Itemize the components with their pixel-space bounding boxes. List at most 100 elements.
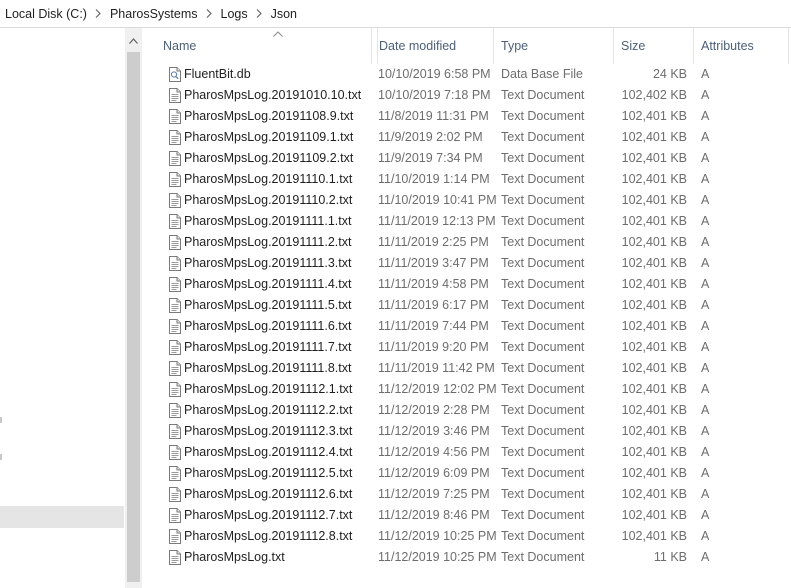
file-date-modified: 11/12/2019 2:28 PM [378, 403, 490, 417]
breadcrumb-item-local-disk[interactable]: Local Disk (C:) [0, 0, 91, 28]
file-name: PharosMpsLog.txt [184, 550, 285, 564]
file-name: PharosMpsLog.20191112.3.txt [184, 424, 353, 438]
chevron-right-icon[interactable] [202, 0, 216, 28]
file-attributes: A [701, 361, 710, 375]
breadcrumb-label[interactable]: Json [266, 7, 301, 21]
file-date-modified: 10/10/2019 7:18 PM [378, 88, 491, 102]
file-size: 102,401 KB [621, 319, 687, 333]
breadcrumb-label[interactable]: Local Disk (C:) [0, 7, 91, 21]
file-row[interactable]: PharosMpsLog.20191111.3.txt 11/11/2019 3:… [142, 253, 791, 274]
column-header-name[interactable]: Name [156, 28, 378, 64]
file-size: 11 KB [653, 550, 687, 564]
text-file-icon [169, 172, 181, 187]
text-file-icon [169, 256, 181, 271]
file-attributes: A [701, 193, 710, 207]
file-row[interactable]: PharosMpsLog.20191112.6.txt 11/12/2019 7:… [142, 484, 791, 505]
file-size: 102,401 KB [621, 109, 687, 123]
navigation-pane[interactable] [0, 28, 124, 588]
file-attributes: A [701, 319, 710, 333]
file-size: 102,401 KB [621, 277, 687, 291]
file-row[interactable]: PharosMpsLog.20191108.9.txt 11/8/2019 11:… [142, 106, 791, 127]
file-name: PharosMpsLog.20191111.1.txt [184, 214, 352, 228]
breadcrumb-label[interactable]: Logs [216, 7, 252, 21]
file-attributes: A [701, 487, 710, 501]
file-attributes: A [701, 403, 710, 417]
breadcrumb-item-json[interactable]: Json [266, 0, 301, 28]
file-attributes: A [701, 277, 710, 291]
file-name: PharosMpsLog.20191111.7.txt [184, 340, 352, 354]
file-type: Text Document [501, 550, 585, 564]
file-row[interactable]: PharosMpsLog.20191111.4.txt 11/11/2019 4:… [142, 274, 791, 295]
file-rows: FluentBit.db 10/10/2019 6:58 PM Data Base … [142, 64, 791, 568]
chevron-right-icon[interactable] [91, 0, 105, 28]
file-type: Text Document [501, 235, 585, 249]
file-date-modified: 11/11/2019 2:25 PM [378, 235, 489, 249]
file-row[interactable]: PharosMpsLog.20191112.2.txt 11/12/2019 2:… [142, 400, 791, 421]
file-date-modified: 11/12/2019 10:25 PM [378, 529, 497, 543]
file-row[interactable]: PharosMpsLog.20191110.1.txt 11/10/2019 1:… [142, 169, 791, 190]
file-row[interactable]: PharosMpsLog.20191109.2.txt 11/9/2019 7:3… [142, 148, 791, 169]
file-type: Text Document [501, 340, 585, 354]
column-header-attributes[interactable]: Attributes [694, 28, 789, 64]
navigation-scrollbar[interactable] [125, 28, 142, 588]
column-header-type[interactable]: Type [494, 28, 614, 64]
file-size: 102,401 KB [621, 298, 687, 312]
file-attributes: A [701, 424, 710, 438]
text-file-icon [169, 403, 181, 418]
file-row[interactable]: PharosMpsLog.20191111.1.txt 11/11/2019 12… [142, 211, 791, 232]
file-type: Text Document [501, 382, 585, 396]
file-date-modified: 10/10/2019 6:58 PM [378, 67, 491, 81]
file-name: PharosMpsLog.20191010.10.txt [184, 88, 362, 102]
file-name: PharosMpsLog.20191111.3.txt [184, 256, 352, 270]
file-row[interactable]: PharosMpsLog.20191111.8.txt 11/11/2019 11… [142, 358, 791, 379]
scroll-up-arrow-icon[interactable] [125, 32, 142, 49]
file-attributes: A [701, 298, 710, 312]
file-row[interactable]: PharosMpsLog.txt 11/12/2019 10:25 PM Text … [142, 547, 791, 568]
file-name: PharosMpsLog.20191110.1.txt [184, 172, 353, 186]
file-row[interactable]: PharosMpsLog.20191112.7.txt 11/12/2019 8:… [142, 505, 791, 526]
file-row[interactable]: FluentBit.db 10/10/2019 6:58 PM Data Base … [142, 64, 791, 85]
file-type: Text Document [501, 130, 585, 144]
file-row[interactable]: PharosMpsLog.20191110.2.txt 11/10/2019 10… [142, 190, 791, 211]
file-name: PharosMpsLog.20191109.2.txt [184, 151, 354, 165]
file-row[interactable]: PharosMpsLog.20191112.3.txt 11/12/2019 3:… [142, 421, 791, 442]
column-header-date-modified[interactable]: Date modified [371, 28, 494, 64]
file-row[interactable]: PharosMpsLog.20191010.10.txt 10/10/2019 7… [142, 85, 791, 106]
file-attributes: A [701, 466, 710, 480]
file-name: PharosMpsLog.20191112.6.txt [184, 487, 353, 501]
file-row[interactable]: PharosMpsLog.20191112.8.txt 11/12/2019 10… [142, 526, 791, 547]
column-header-row: Name Date modified Type Size Attributes [142, 28, 791, 64]
breadcrumb-item-logs[interactable]: Logs [216, 0, 252, 28]
column-header-size[interactable]: Size [614, 28, 694, 64]
file-row[interactable]: PharosMpsLog.20191112.1.txt 11/12/2019 12… [142, 379, 791, 400]
chevron-right-icon[interactable] [252, 0, 266, 28]
file-date-modified: 11/12/2019 4:56 PM [378, 445, 490, 459]
file-size: 102,401 KB [621, 361, 687, 375]
file-date-modified: 11/12/2019 6:09 PM [378, 466, 490, 480]
scrollbar-thumb[interactable] [127, 52, 140, 582]
file-row[interactable]: PharosMpsLog.20191112.4.txt 11/12/2019 4:… [142, 442, 791, 463]
file-row[interactable]: PharosMpsLog.20191112.5.txt 11/12/2019 6:… [142, 463, 791, 484]
file-attributes: A [701, 529, 710, 543]
file-date-modified: 11/10/2019 1:14 PM [378, 172, 490, 186]
file-date-modified: 11/11/2019 3:47 PM [378, 256, 489, 270]
file-type: Text Document [501, 529, 585, 543]
file-attributes: A [701, 214, 710, 228]
text-file-icon [169, 529, 181, 544]
file-name: PharosMpsLog.20191112.1.txt [184, 382, 353, 396]
file-attributes: A [701, 256, 710, 270]
text-file-icon [169, 487, 181, 502]
file-name: PharosMpsLog.20191112.5.txt [184, 466, 353, 480]
file-row[interactable]: PharosMpsLog.20191111.2.txt 11/11/2019 2:… [142, 232, 791, 253]
file-size: 102,401 KB [621, 529, 687, 543]
file-row[interactable]: PharosMpsLog.20191111.6.txt 11/11/2019 7:… [142, 316, 791, 337]
file-row[interactable]: PharosMpsLog.20191111.7.txt 11/11/2019 9:… [142, 337, 791, 358]
nav-pane-selected-item[interactable] [0, 506, 124, 528]
file-type: Text Document [501, 151, 585, 165]
file-row[interactable]: PharosMpsLog.20191109.1.txt 11/9/2019 2:0… [142, 127, 791, 148]
breadcrumb-label[interactable]: PharosSystems [105, 7, 202, 21]
file-row[interactable]: PharosMpsLog.20191111.5.txt 11/11/2019 6:… [142, 295, 791, 316]
column-header-label: Attributes [701, 39, 754, 53]
breadcrumb-item-pharossystems[interactable]: PharosSystems [105, 0, 202, 28]
sort-ascending-icon [273, 31, 283, 37]
